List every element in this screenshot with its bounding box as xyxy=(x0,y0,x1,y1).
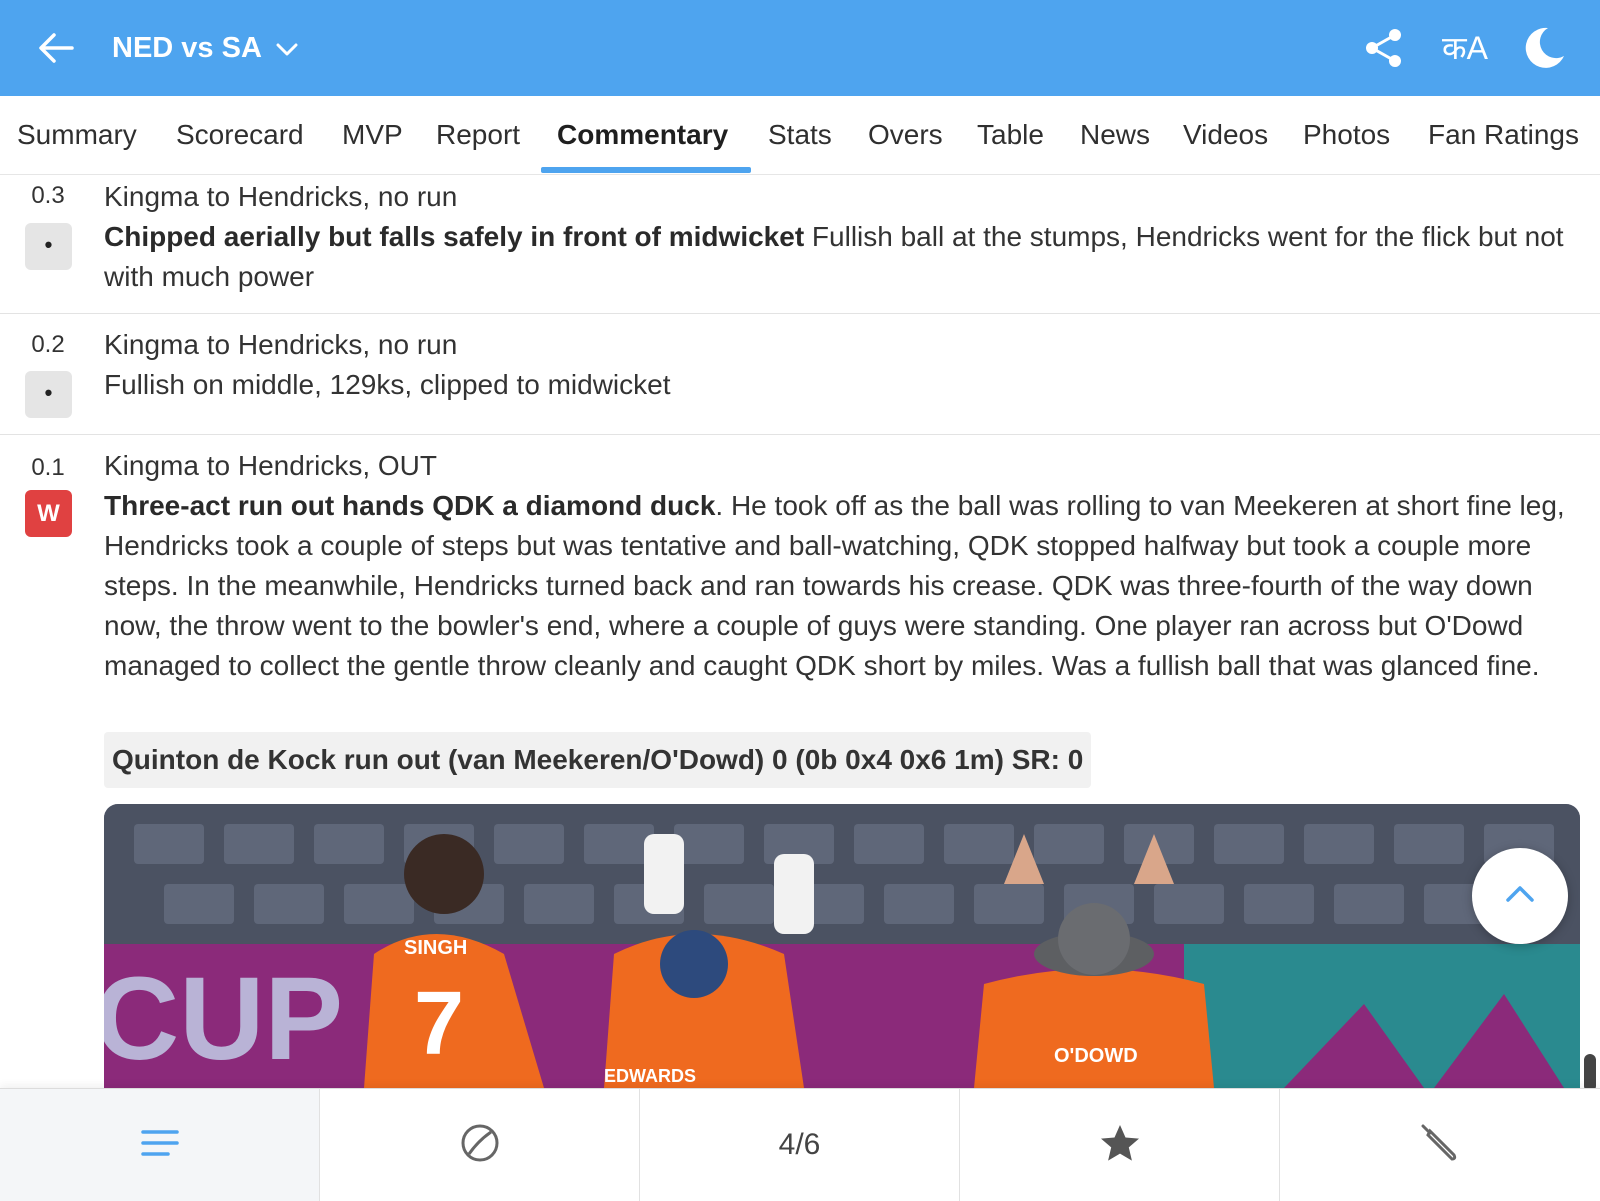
tab-mvp[interactable]: MVP xyxy=(342,96,403,174)
commentary-photo[interactable]: CUP SINGH 7 EDWARDS O'DOWD xyxy=(104,804,1580,1088)
tab-stats[interactable]: Stats xyxy=(768,96,832,174)
page-counter-text: 4/6 xyxy=(778,1128,821,1161)
commentary-list-button[interactable] xyxy=(0,1089,320,1201)
commentary-item: 0.2 • Kingma to Hendricks, no run Fullis… xyxy=(0,313,1600,435)
jersey-name: SINGH xyxy=(404,937,467,959)
language-icon[interactable]: कA xyxy=(1436,26,1494,70)
bat-icon xyxy=(1419,1122,1461,1169)
app-header: NED vs SA कA xyxy=(0,0,1600,96)
dark-mode-moon-icon[interactable] xyxy=(1522,26,1566,70)
tab-overs[interactable]: Overs xyxy=(868,96,943,174)
scroll-to-top-button[interactable] xyxy=(1472,848,1568,944)
commentary-text: Kingma to Hendricks, OUT Three-act run o… xyxy=(104,446,1584,686)
tab-scorecard[interactable]: Scorecard xyxy=(176,96,304,174)
tab-report[interactable]: Report xyxy=(436,96,520,174)
jersey-number: 7 xyxy=(414,974,464,1074)
bottom-nav-bar: 4/6 xyxy=(0,1088,1600,1201)
commentary-headline: Three-act run out hands QDK a diamond du… xyxy=(104,490,716,521)
star-icon xyxy=(1099,1123,1141,1168)
chevron-up-icon xyxy=(1505,884,1535,909)
share-icon[interactable] xyxy=(1362,26,1406,70)
commentary-text: Kingma to Hendricks, no run Fullish on m… xyxy=(104,325,1584,405)
back-arrow-icon[interactable] xyxy=(36,28,76,68)
tab-fan-ratings[interactable]: Fan Ratings xyxy=(1428,96,1579,174)
wicket-badge: W xyxy=(25,490,72,537)
batting-button[interactable] xyxy=(1280,1089,1600,1201)
tab-photos[interactable]: Photos xyxy=(1303,96,1390,174)
commentary-text: Kingma to Hendricks, no run Chipped aeri… xyxy=(104,177,1584,297)
ball-result-badge: • xyxy=(25,371,72,418)
jersey-name: O'DOWD xyxy=(1054,1045,1138,1067)
over-number: 0.2 xyxy=(31,331,65,358)
highlights-button[interactable] xyxy=(960,1089,1280,1201)
tab-videos[interactable]: Videos xyxy=(1183,96,1268,174)
over-number: 0.1 xyxy=(31,454,65,481)
jersey-name: EDWARDS xyxy=(604,1066,696,1086)
page-counter[interactable]: 4/6 xyxy=(640,1089,960,1201)
commentary-title: Kingma to Hendricks, no run xyxy=(104,329,458,360)
ball-icon xyxy=(460,1123,500,1168)
scrollbar-thumb[interactable] xyxy=(1584,1054,1596,1092)
celebration-image: CUP SINGH 7 EDWARDS O'DOWD xyxy=(104,804,1580,1088)
commentary-title: Kingma to Hendricks, no run xyxy=(104,181,458,212)
ball-result-badge: • xyxy=(25,223,72,270)
tab-summary[interactable]: Summary xyxy=(17,96,137,174)
match-title: NED vs SA xyxy=(112,32,262,64)
match-selector[interactable]: NED vs SA xyxy=(112,28,298,68)
tab-table[interactable]: Table xyxy=(977,96,1044,174)
commentary-headline: Chipped aerially but falls safely in fro… xyxy=(104,221,805,252)
dismissal-summary: Quinton de Kock run out (van Meekeren/O'… xyxy=(104,732,1092,788)
menu-icon xyxy=(140,1128,180,1163)
commentary-item: 0.3 • Kingma to Hendricks, no run Chippe… xyxy=(0,174,1600,314)
over-number: 0.3 xyxy=(31,182,65,209)
ball-by-ball-button[interactable] xyxy=(320,1089,640,1201)
commentary-title: Kingma to Hendricks, OUT xyxy=(104,450,437,481)
commentary-body: Fullish on middle, 129ks, clipped to mid… xyxy=(104,369,671,400)
banner-text: CUP xyxy=(104,953,343,1085)
active-tab-indicator xyxy=(541,167,751,173)
chevron-down-icon xyxy=(276,28,298,68)
tab-commentary[interactable]: Commentary xyxy=(557,96,728,174)
tab-bar: Summary Scorecard MVP Report Commentary … xyxy=(0,96,1600,175)
tab-news[interactable]: News xyxy=(1080,96,1150,174)
